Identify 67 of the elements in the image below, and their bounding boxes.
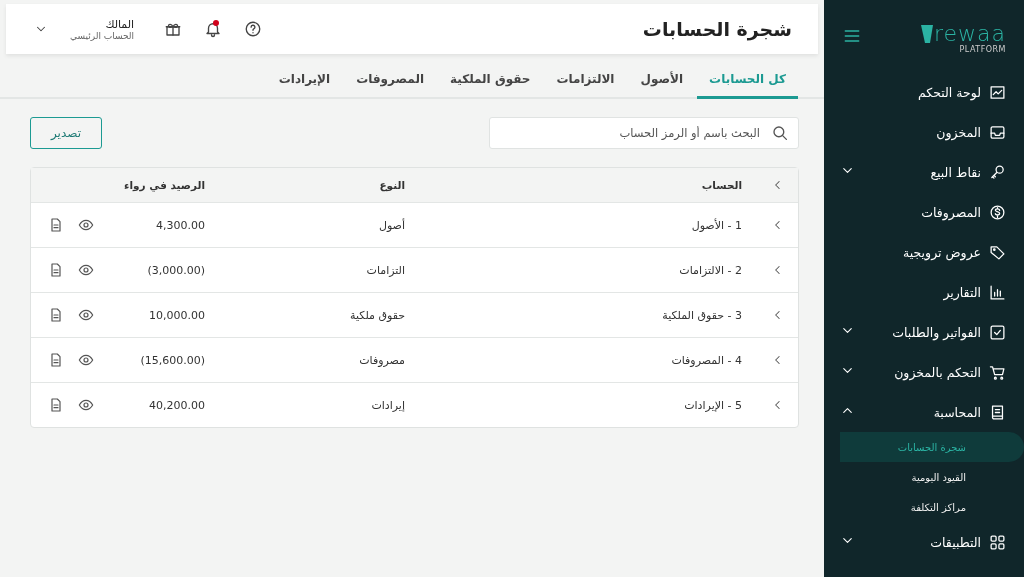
- bar-chart-icon: [989, 283, 1006, 301]
- checkbox-icon: [989, 323, 1006, 341]
- eye-icon: [78, 352, 94, 368]
- logo-mark-icon: [920, 24, 933, 43]
- sidebar-item[interactable]: المصروفات: [824, 192, 1024, 232]
- sidebar-subitem[interactable]: مراكز التكلفة: [824, 492, 1024, 522]
- table-cell-text: 2 - الالتزامات: [678, 263, 743, 277]
- table-cell-text: إيرادات: [370, 398, 406, 412]
- table-cell-text: 3 - حقوق الملكية: [661, 308, 743, 322]
- sidebar-item[interactable]: التحكم بالمخزون: [824, 352, 1024, 392]
- eye-icon: [78, 262, 94, 278]
- page-title: شجرة الحسابات: [641, 18, 792, 40]
- cart-icon: [989, 363, 1006, 381]
- table-cell-text: حقوق ملكية: [349, 308, 406, 322]
- book-icon: [989, 403, 1006, 421]
- column-header: النوع: [378, 179, 406, 191]
- document-icon: [48, 397, 64, 413]
- tag-icon: [989, 243, 1006, 261]
- tab[interactable]: المصروفات: [344, 66, 436, 99]
- sidebar-item[interactable]: المحاسبة: [824, 392, 1024, 432]
- logo-subtitle: PLATFORM: [959, 44, 1006, 54]
- tab[interactable]: الأصول: [628, 66, 696, 99]
- export-button[interactable]: تصدير: [30, 117, 102, 149]
- table-cell-text: 40,200.00: [148, 398, 206, 412]
- document-icon: [48, 307, 64, 323]
- sidebar-item[interactable]: المخزون: [824, 112, 1024, 152]
- chart-icon: [989, 83, 1006, 101]
- key-icon: [989, 163, 1006, 181]
- dollar-icon: [989, 203, 1006, 221]
- table-cell-text: التزامات: [365, 263, 406, 277]
- eye-icon: [78, 397, 94, 413]
- sidebar-item[interactable]: عروض ترويجية: [824, 232, 1024, 272]
- eye-icon: [78, 307, 94, 323]
- column-header: الرصيد في رواء: [123, 179, 206, 191]
- help-icon: [244, 20, 263, 38]
- document-icon: [48, 352, 64, 368]
- table-cell-text: (15,600.00): [139, 353, 206, 367]
- tab[interactable]: الإيرادات: [266, 66, 343, 99]
- column-header: الحساب: [700, 179, 743, 191]
- inbox-icon: [989, 123, 1006, 141]
- table-cell-text: أصول: [377, 218, 406, 232]
- sidebar-item[interactable]: نقاط البيع: [824, 152, 1024, 192]
- search-field[interactable]: البحث باسم أو الرمز الحساب: [489, 117, 799, 149]
- table-cell-text: 4 - المصروفات: [670, 353, 743, 367]
- grid-icon: [989, 533, 1006, 551]
- document-icon: [48, 262, 64, 278]
- sidebar-item[interactable]: لوحة التحكم: [824, 72, 1024, 112]
- eye-icon: [78, 217, 94, 233]
- document-icon: [48, 217, 64, 233]
- table-cell-text: 5 - الإيرادات: [683, 398, 743, 412]
- search-icon: [771, 124, 789, 142]
- table-cell-text: مصروفات: [358, 353, 406, 367]
- table-cell-text: 4,300.00: [155, 218, 206, 232]
- user-role: الحساب الرئيسي: [70, 30, 135, 41]
- table-cell-text: (3,000.00): [146, 263, 206, 277]
- sidebar-item[interactable]: الفواتير والطلبات: [824, 312, 1024, 352]
- sidebar-item[interactable]: التطبيقات: [824, 522, 1024, 562]
- table-cell-text: 10,000.00: [148, 308, 206, 322]
- tab[interactable]: حقوق الملكية: [438, 66, 543, 99]
- sidebar-item[interactable]: التقارير: [824, 272, 1024, 312]
- user-name: المالك: [105, 17, 135, 31]
- logo-text: rewaa: [933, 22, 1006, 45]
- tab[interactable]: الالتزامات: [544, 66, 627, 99]
- bell-icon: [204, 20, 223, 38]
- sidebar-subitem[interactable]: شجرة الحسابات: [840, 432, 1024, 462]
- table-cell-text: 1 - الأصول: [690, 218, 743, 232]
- sidebar-subitem[interactable]: القيود اليومية: [824, 462, 1024, 492]
